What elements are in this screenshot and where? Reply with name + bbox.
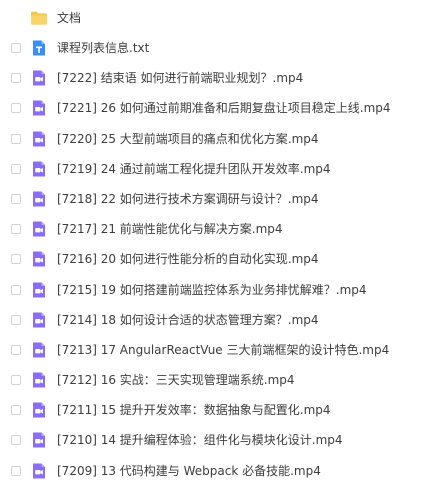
- file-row[interactable]: [7221] 26 如何通过前期准备和后期复盘让项目稳定上线.mp4: [0, 93, 445, 123]
- row-checkbox[interactable]: [11, 254, 21, 264]
- row-checkbox[interactable]: [11, 103, 21, 113]
- video-file-icon: [33, 432, 45, 448]
- file-list: 文档 课程列表信息.txt [7222] 结束语 如何进行前端职业规划？.mp4…: [0, 0, 445, 490]
- file-name[interactable]: [7215] 19 如何搭建前端监控体系为业务排忧解难？.mp4: [57, 275, 367, 305]
- file-name[interactable]: [7213] 17 AngularReactVue 三大前端框架的设计特色.mp…: [57, 335, 389, 365]
- row-checkbox[interactable]: [11, 375, 21, 385]
- row-checkbox[interactable]: [11, 315, 21, 325]
- file-name[interactable]: [7214] 18 如何设计合适的状态管理方案？.mp4: [57, 305, 319, 335]
- file-name[interactable]: [7218] 22 如何进行技术方案调研与设计？.mp4: [57, 184, 319, 214]
- file-row[interactable]: [7216] 20 如何进行性能分析的自动化实现.mp4: [0, 244, 445, 274]
- file-row[interactable]: [7211] 15 提升开发效率：数据抽象与配置化.mp4: [0, 395, 445, 425]
- file-row[interactable]: [7219] 24 通过前端工程化提升团队开发效率.mp4: [0, 154, 445, 184]
- file-name[interactable]: [7221] 26 如何通过前期准备和后期复盘让项目稳定上线.mp4: [57, 93, 391, 123]
- row-checkbox[interactable]: [11, 164, 21, 174]
- video-file-icon: [33, 312, 45, 328]
- video-file-icon: [33, 282, 45, 298]
- file-name[interactable]: [7219] 24 通过前端工程化提升团队开发效率.mp4: [57, 154, 331, 184]
- file-row[interactable]: [7222] 结束语 如何进行前端职业规划？.mp4: [0, 63, 445, 93]
- row-checkbox[interactable]: [11, 73, 21, 83]
- file-row[interactable]: [7218] 22 如何进行技术方案调研与设计？.mp4: [0, 184, 445, 214]
- file-row[interactable]: [7209] 13 代码构建与 Webpack 必备技能.mp4: [0, 456, 445, 486]
- file-name[interactable]: [7211] 15 提升开发效率：数据抽象与配置化.mp4: [57, 395, 331, 425]
- row-checkbox[interactable]: [11, 345, 21, 355]
- file-row[interactable]: [7210] 14 提升编程体验：组件化与模块化设计.mp4: [0, 425, 445, 455]
- text-file-icon: [33, 40, 45, 56]
- row-checkbox[interactable]: [11, 405, 21, 415]
- file-row[interactable]: [7217] 21 前端性能优化与解决方案.mp4: [0, 214, 445, 244]
- file-name[interactable]: [7220] 25 大型前端项目的痛点和优化方案.mp4: [57, 124, 319, 154]
- row-checkbox[interactable]: [11, 134, 21, 144]
- video-file-icon: [33, 402, 45, 418]
- file-name[interactable]: [7212] 16 实战：三天实现管理端系统.mp4: [57, 365, 295, 395]
- row-checkbox[interactable]: [11, 43, 21, 53]
- file-row[interactable]: [7220] 25 大型前端项目的痛点和优化方案.mp4: [0, 124, 445, 154]
- video-file-icon: [33, 131, 45, 147]
- file-row[interactable]: 文档: [0, 3, 445, 33]
- row-checkbox[interactable]: [11, 194, 21, 204]
- video-file-icon: [33, 342, 45, 358]
- row-checkbox[interactable]: [11, 466, 21, 476]
- file-name[interactable]: 文档: [57, 3, 81, 33]
- file-name[interactable]: [7210] 14 提升编程体验：组件化与模块化设计.mp4: [57, 425, 343, 455]
- folder-icon: [31, 11, 47, 25]
- file-row[interactable]: [7215] 19 如何搭建前端监控体系为业务排忧解难？.mp4: [0, 275, 445, 305]
- file-name[interactable]: [7222] 结束语 如何进行前端职业规划？.mp4: [57, 63, 303, 93]
- file-name[interactable]: [7209] 13 代码构建与 Webpack 必备技能.mp4: [57, 456, 321, 486]
- file-name[interactable]: [7216] 20 如何进行性能分析的自动化实现.mp4: [57, 244, 319, 274]
- video-file-icon: [33, 372, 45, 388]
- file-row[interactable]: [7212] 16 实战：三天实现管理端系统.mp4: [0, 365, 445, 395]
- row-checkbox[interactable]: [11, 224, 21, 234]
- file-row[interactable]: [7214] 18 如何设计合适的状态管理方案？.mp4: [0, 305, 445, 335]
- row-checkbox[interactable]: [11, 285, 21, 295]
- file-name[interactable]: 课程列表信息.txt: [57, 33, 149, 63]
- video-file-icon: [33, 221, 45, 237]
- video-file-icon: [33, 251, 45, 267]
- video-file-icon: [33, 191, 45, 207]
- file-row[interactable]: 课程列表信息.txt: [0, 33, 445, 63]
- video-file-icon: [33, 463, 45, 479]
- file-name[interactable]: [7217] 21 前端性能优化与解决方案.mp4: [57, 214, 283, 244]
- row-checkbox[interactable]: [11, 435, 21, 445]
- video-file-icon: [33, 70, 45, 86]
- video-file-icon: [33, 100, 45, 116]
- file-row[interactable]: [7213] 17 AngularReactVue 三大前端框架的设计特色.mp…: [0, 335, 445, 365]
- video-file-icon: [33, 161, 45, 177]
